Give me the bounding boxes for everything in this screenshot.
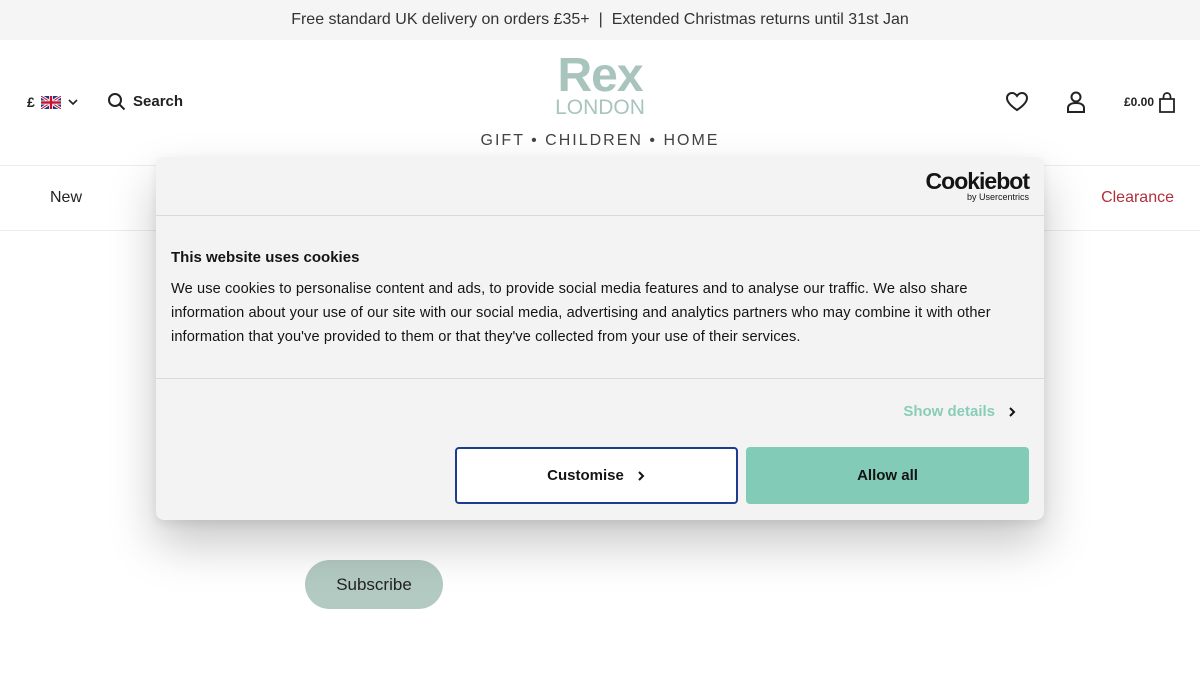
delivery-message: Free standard UK delivery on orders £35+ — [291, 11, 590, 28]
subscribe-button[interactable]: Subscribe — [305, 560, 443, 609]
shopping-bag-icon — [1159, 91, 1175, 113]
cookie-dialog-header: Cookiebot by Usercentrics — [156, 157, 1044, 216]
search-icon — [108, 93, 126, 111]
logo-rex-text: Rex — [557, 49, 643, 102]
account-button[interactable] — [1066, 91, 1086, 113]
page: Free standard UK delivery on orders £35+… — [0, 0, 1200, 675]
search-label: Search — [133, 93, 184, 110]
header-actions: £0.00 — [1005, 91, 1176, 113]
cookiebot-subbrand: by Usercentrics — [966, 192, 1029, 202]
chevron-down-icon — [68, 99, 78, 106]
nav-item-new[interactable]: New — [50, 189, 82, 207]
show-details-link[interactable]: Show details — [903, 403, 1017, 420]
cookiebot-logo: Cookiebot by Usercentrics — [925, 168, 1030, 202]
announcement-bar: Free standard UK delivery on orders £35+… — [0, 0, 1200, 40]
returns-message: Extended Christmas returns until 31st Ja… — [611, 11, 909, 28]
customise-label: Customise — [547, 467, 624, 484]
currency-symbol: £ — [27, 94, 35, 110]
show-details-label: Show details — [903, 403, 995, 420]
customise-button[interactable]: Customise — [455, 447, 738, 504]
search-button[interactable]: Search — [107, 92, 183, 111]
announcement-separator: | — [598, 11, 603, 28]
basket-total: £0.00 — [1123, 95, 1154, 109]
cookie-dialog-title: This website uses cookies — [171, 249, 360, 266]
uk-flag-icon — [40, 95, 61, 109]
user-icon — [1066, 91, 1085, 113]
basket-button[interactable]: £0.00 — [1123, 91, 1176, 113]
cookie-consent-dialog: Cookiebot by Usercentrics This website u… — [156, 157, 1044, 520]
allow-all-button[interactable]: Allow all — [746, 447, 1029, 504]
nav-item-clearance[interactable]: Clearance — [1101, 189, 1174, 207]
cookiebot-brand: Cookiebot — [925, 168, 1030, 194]
chevron-right-icon — [638, 470, 645, 481]
wishlist-button[interactable] — [1005, 92, 1028, 112]
heart-icon — [1005, 92, 1028, 112]
currency-selector[interactable]: £ — [27, 94, 79, 110]
brand-tagline: GIFT • CHILDREN • HOME — [480, 132, 720, 149]
allow-all-label: Allow all — [857, 467, 918, 484]
cookie-dialog-divider — [156, 378, 1044, 379]
site-header: £ Search Rex LONDON GIFT • CHILDREN • HO… — [0, 40, 1200, 166]
chevron-right-icon — [1009, 406, 1016, 417]
cookie-dialog-body: We use cookies to personalise content an… — [171, 281, 991, 345]
logo-london-text: LONDON — [555, 96, 645, 119]
rex-london-logo[interactable]: Rex LONDON — [540, 49, 660, 119]
